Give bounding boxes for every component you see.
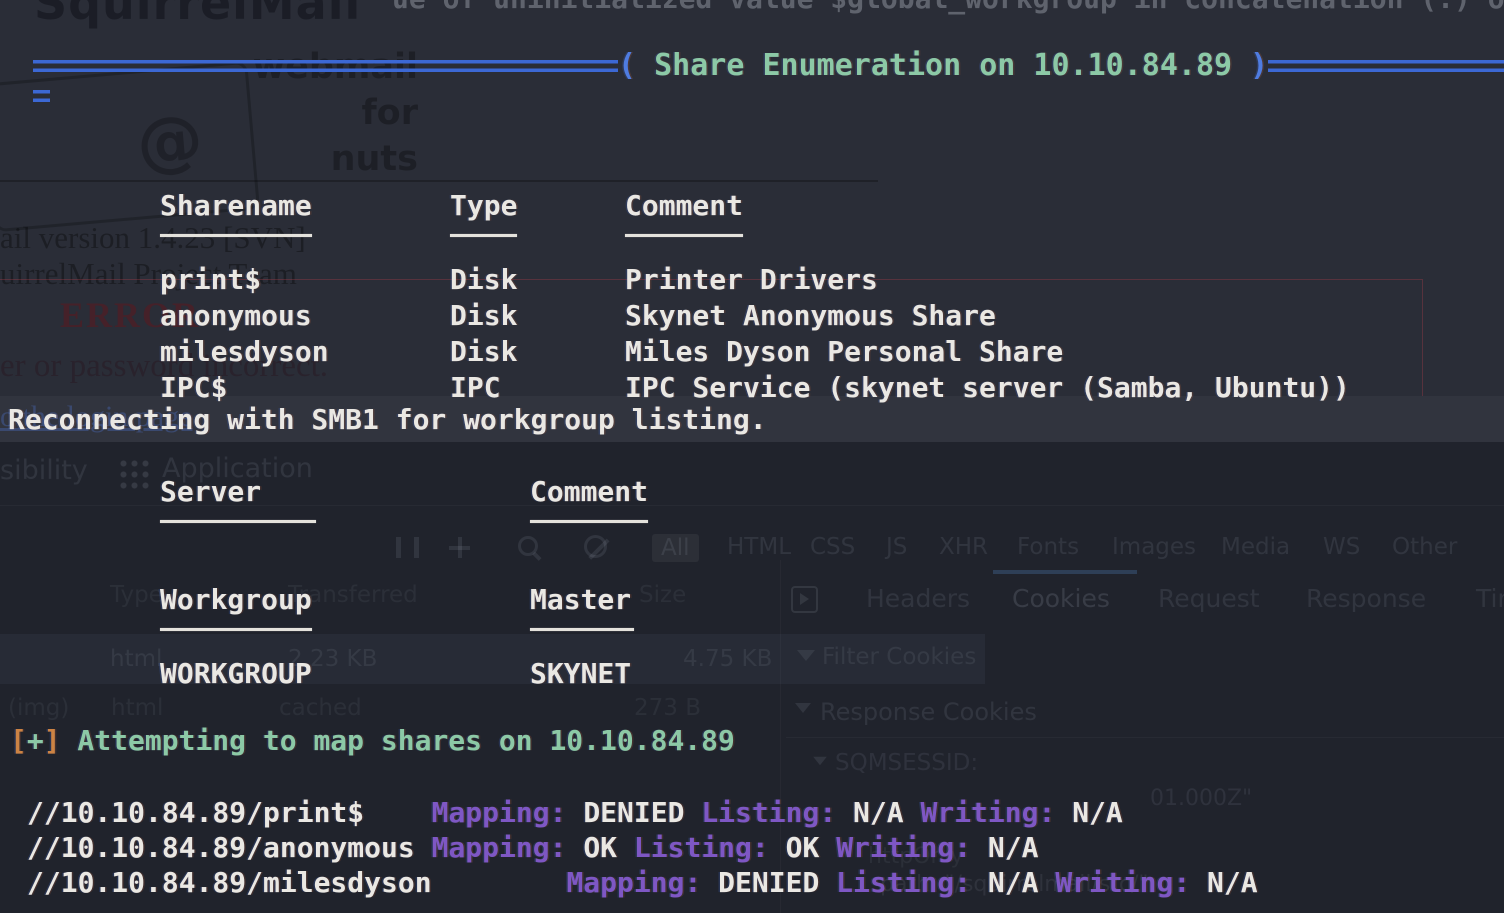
- share-path: //10.10.84.89/anonymous: [27, 830, 415, 865]
- header-underlines: [160, 618, 1504, 656]
- response-cookies-label[interactable]: Response Cookies: [820, 698, 1037, 726]
- col-workgroup: Workgroup: [160, 582, 530, 618]
- writing-label: Writing:: [1055, 865, 1207, 900]
- mapping-value: DENIED: [718, 865, 836, 900]
- cookie-name-label[interactable]: SQMSESSID:: [835, 750, 978, 776]
- col-comment: Comment: [625, 188, 1504, 224]
- mapping-value: OK: [583, 830, 634, 865]
- cookie-expires-fragment: 01.000Z": [1150, 786, 1252, 811]
- writing-label: Writing:: [920, 795, 1072, 830]
- listing-label: Listing:: [634, 830, 786, 865]
- plus-sign: +: [27, 723, 44, 759]
- header-underlines: [160, 510, 1504, 548]
- share-type: Disk: [450, 262, 625, 298]
- request-cell: cached: [279, 695, 362, 721]
- share-name: IPC$: [160, 370, 450, 406]
- request-cell: 273 B: [634, 695, 701, 721]
- master-value: SKYNET: [530, 656, 1504, 692]
- column-type[interactable]: Type: [110, 582, 163, 608]
- share-row: milesdyson Disk Miles Dyson Personal Sha…: [160, 334, 1504, 370]
- map-shares-announcement: [ + ] Attempting to map shares on 10.10.…: [10, 723, 735, 759]
- col-comment: Comment: [530, 474, 1504, 510]
- separator-line-left: [33, 60, 618, 72]
- request-cell: (img): [8, 695, 69, 721]
- listing-value: OK: [786, 830, 837, 865]
- col-master: Master: [530, 582, 1504, 618]
- banner-open-paren: (: [618, 48, 654, 84]
- mapping-label: Mapping:: [566, 865, 718, 900]
- at-sign-glyph: @: [133, 100, 205, 182]
- header-underlines: [160, 224, 1504, 262]
- share-type: Disk: [450, 298, 625, 334]
- pad: [432, 865, 567, 900]
- bracket-open: [: [10, 723, 27, 759]
- mapping-value: DENIED: [583, 795, 701, 830]
- share-comment: IPC Service (skynet server (Samba, Ubunt…: [625, 370, 1504, 406]
- share-table: Sharename Type Comment print$ Disk Print…: [160, 188, 1504, 406]
- cookie-panel-divider: [786, 737, 1504, 738]
- writing-value: N/A: [988, 830, 1039, 865]
- share-type: Disk: [450, 334, 625, 370]
- share-mapping-row: //10.10.84.89/print$ Mapping: DENIED Lis…: [27, 795, 1123, 830]
- separator-equals: [33, 90, 50, 102]
- col-type: Type: [450, 188, 625, 224]
- clipped-terminal-line: ue of uninitialized value $global_workgr…: [392, 0, 1504, 17]
- share-comment: Printer Drivers: [625, 262, 1504, 298]
- mapping-label: Mapping:: [432, 830, 584, 865]
- workgroup-row: WORKGROUP SKYNET: [160, 656, 1504, 692]
- listing-value: N/A: [988, 865, 1055, 900]
- announcement-text: Attempting to map shares on 10.10.84.89: [61, 723, 735, 759]
- writing-label: Writing:: [836, 830, 988, 865]
- workgroup-value: WORKGROUP: [160, 656, 530, 692]
- pad: [415, 830, 432, 865]
- banner-close-paren: ): [1232, 48, 1268, 84]
- reconnect-smb1-line: Reconnecting with SMB1 for workgroup lis…: [8, 402, 767, 438]
- share-row: print$ Disk Printer Drivers: [160, 262, 1504, 298]
- request-cell: html: [111, 695, 163, 721]
- share-row: IPC$ IPC IPC Service (skynet server (Sam…: [160, 370, 1504, 406]
- share-mapping-row: //10.10.84.89/milesdyson Mapping: DENIED…: [27, 865, 1258, 900]
- disclosure-triangle-icon[interactable]: [795, 703, 811, 713]
- listing-label: Listing:: [836, 865, 988, 900]
- share-mapping-row: //10.10.84.89/anonymous Mapping: OK List…: [27, 830, 1038, 865]
- share-row: anonymous Disk Skynet Anonymous Share: [160, 298, 1504, 334]
- share-name: print$: [160, 262, 450, 298]
- share-enumeration-banner: ( Share Enumeration on 10.10.84.89 ): [0, 47, 1504, 85]
- workgroup-table-header: Workgroup Master: [160, 582, 1504, 618]
- share-name: milesdyson: [160, 334, 450, 370]
- server-table-header: Server Comment: [160, 474, 1504, 510]
- col-server: Server: [160, 474, 530, 510]
- tab-accessibility[interactable]: sibility: [0, 455, 88, 486]
- server-table: Server Comment: [160, 474, 1504, 548]
- col-sharename: Sharename: [160, 188, 450, 224]
- share-table-header: Sharename Type Comment: [160, 188, 1504, 224]
- mapping-label: Mapping:: [432, 795, 584, 830]
- writing-value: N/A: [1207, 865, 1258, 900]
- share-name: anonymous: [160, 298, 450, 334]
- separator-line-right: [1268, 60, 1504, 72]
- webmail-header-divider: [0, 180, 878, 182]
- listing-label: Listing:: [701, 795, 853, 830]
- squirrelmail-logo-text: SquirrelMail: [34, 0, 361, 30]
- screenshot-root: SquirrelMail webmail for nuts @ ail vers…: [0, 0, 1504, 913]
- share-comment: Miles Dyson Personal Share: [625, 334, 1504, 370]
- pad: [364, 795, 431, 830]
- share-path: //10.10.84.89/milesdyson: [27, 865, 432, 900]
- request-cell: html: [110, 646, 162, 672]
- writing-value: N/A: [1072, 795, 1123, 830]
- share-comment: Skynet Anonymous Share: [625, 298, 1504, 334]
- listing-value: N/A: [853, 795, 920, 830]
- share-type: IPC: [450, 370, 625, 406]
- banner-title: Share Enumeration on 10.10.84.89: [654, 48, 1232, 84]
- bracket-close: ]: [44, 723, 61, 759]
- disclosure-triangle-icon[interactable]: [813, 757, 827, 766]
- share-path: //10.10.84.89/print$: [27, 795, 364, 830]
- workgroup-table: Workgroup Master WORKGROUP SKYNET: [160, 582, 1504, 692]
- active-tab-indicator: [993, 570, 1137, 574]
- application-grid-icon: [118, 458, 151, 491]
